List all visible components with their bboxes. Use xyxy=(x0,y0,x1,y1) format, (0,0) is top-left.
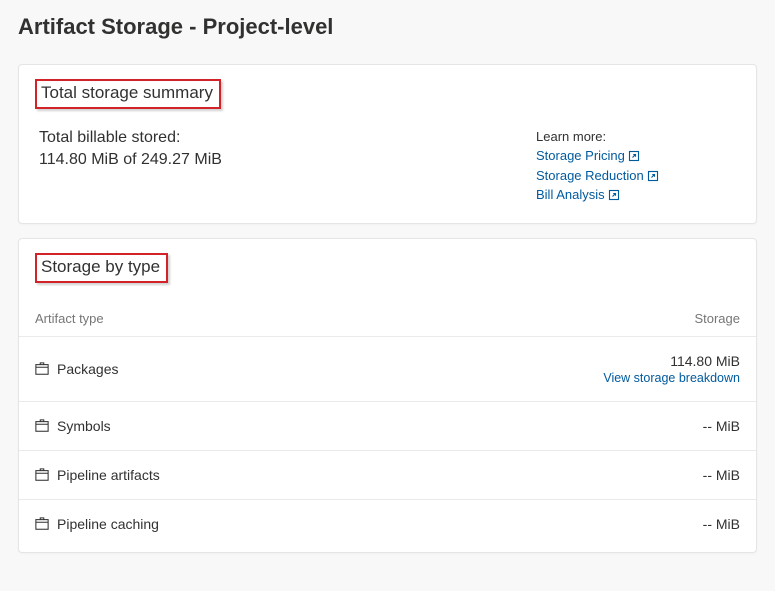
table-header: Artifact type Storage xyxy=(19,283,756,337)
bill-analysis-link[interactable]: Bill Analysis xyxy=(536,185,620,205)
row-storage: -- MiB xyxy=(703,418,740,434)
package-icon xyxy=(35,419,49,433)
storage-reduction-link[interactable]: Storage Reduction xyxy=(536,166,659,186)
link-label: Storage Reduction xyxy=(536,166,644,186)
learn-more-section: Learn more: Storage Pricing Storage Redu… xyxy=(536,127,736,205)
billable-info: Total billable stored: 114.80 MiB of 249… xyxy=(39,127,222,205)
table-row: Pipeline artifacts -- MiB xyxy=(19,451,756,500)
row-name: Pipeline caching xyxy=(57,516,159,532)
table-row: Symbols -- MiB xyxy=(19,402,756,451)
col-artifact-type: Artifact type xyxy=(35,311,104,326)
table-row: Packages 114.80 MiB View storage breakdo… xyxy=(19,337,756,402)
link-label: Bill Analysis xyxy=(536,185,605,205)
col-storage: Storage xyxy=(694,311,740,326)
row-name: Symbols xyxy=(57,418,111,434)
external-link-icon xyxy=(647,170,659,182)
package-icon xyxy=(35,517,49,531)
external-link-icon xyxy=(608,189,620,201)
row-storage: -- MiB xyxy=(703,516,740,532)
table-row: Pipeline caching -- MiB xyxy=(19,500,756,548)
package-icon xyxy=(35,362,49,376)
summary-header: Total storage summary xyxy=(35,79,221,109)
storage-by-type-header: Storage by type xyxy=(35,253,168,283)
view-breakdown-link[interactable]: View storage breakdown xyxy=(603,371,740,385)
summary-card: Total storage summary Total billable sto… xyxy=(18,64,757,224)
row-storage: 114.80 MiB xyxy=(603,353,740,369)
package-icon xyxy=(35,468,49,482)
row-storage: -- MiB xyxy=(703,467,740,483)
page-title: Artifact Storage - Project-level xyxy=(0,0,775,50)
row-name: Pipeline artifacts xyxy=(57,467,160,483)
external-link-icon xyxy=(628,150,640,162)
storage-by-type-card: Storage by type Artifact type Storage Pa… xyxy=(18,238,757,553)
billable-label: Total billable stored: xyxy=(39,127,222,149)
billable-value: 114.80 MiB of 249.27 MiB xyxy=(39,149,222,171)
row-name: Packages xyxy=(57,361,118,377)
storage-pricing-link[interactable]: Storage Pricing xyxy=(536,146,640,166)
learn-more-label: Learn more: xyxy=(536,127,736,147)
link-label: Storage Pricing xyxy=(536,146,625,166)
